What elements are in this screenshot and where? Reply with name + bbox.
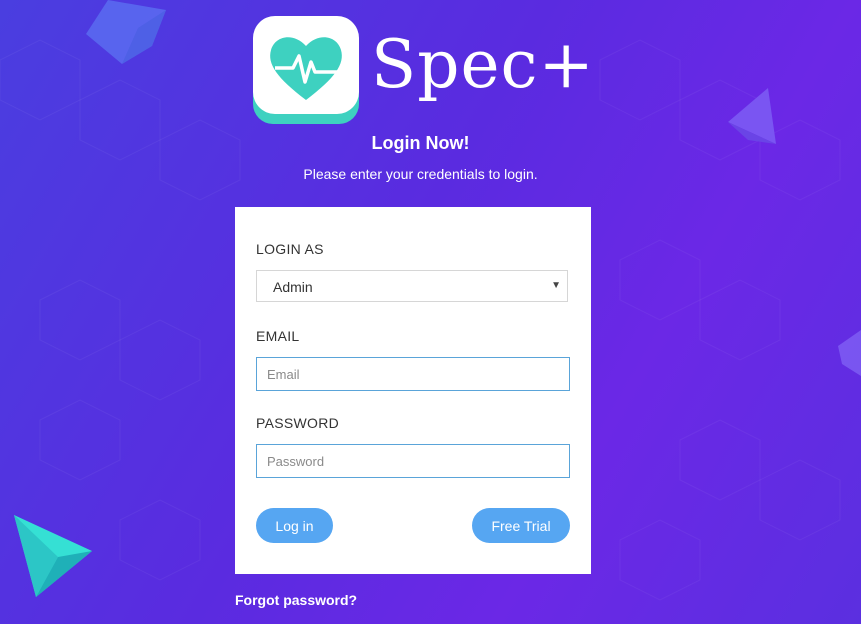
brand-name: Spec+ [371, 26, 595, 103]
decorative-cube-shape [86, 0, 166, 64]
password-field[interactable] [256, 444, 570, 478]
email-label: EMAIL [256, 328, 300, 344]
login-as-select[interactable]: Admin ▼ [256, 270, 568, 302]
forgot-password-link[interactable]: Forgot password? [235, 592, 357, 608]
password-label: PASSWORD [256, 415, 340, 431]
chevron-down-icon: ▼ [551, 280, 561, 291]
page-subtitle: Please enter your credentials to login. [303, 166, 538, 182]
free-trial-button[interactable]: Free Trial [472, 508, 570, 543]
login-card: LOGIN AS Admin ▼ EMAIL PASSWORD Log in F… [235, 207, 591, 574]
page-title: Login Now! [371, 133, 470, 153]
login-button[interactable]: Log in [256, 508, 333, 543]
heart-pulse-icon [253, 16, 359, 124]
decorative-corner-shape [838, 330, 861, 376]
login-as-selected-value: Admin [273, 279, 313, 295]
brand-logo: Spec+ [253, 16, 594, 126]
login-as-label: LOGIN AS [256, 241, 324, 257]
email-field[interactable] [256, 357, 570, 391]
decorative-triangle-shape [14, 515, 92, 597]
